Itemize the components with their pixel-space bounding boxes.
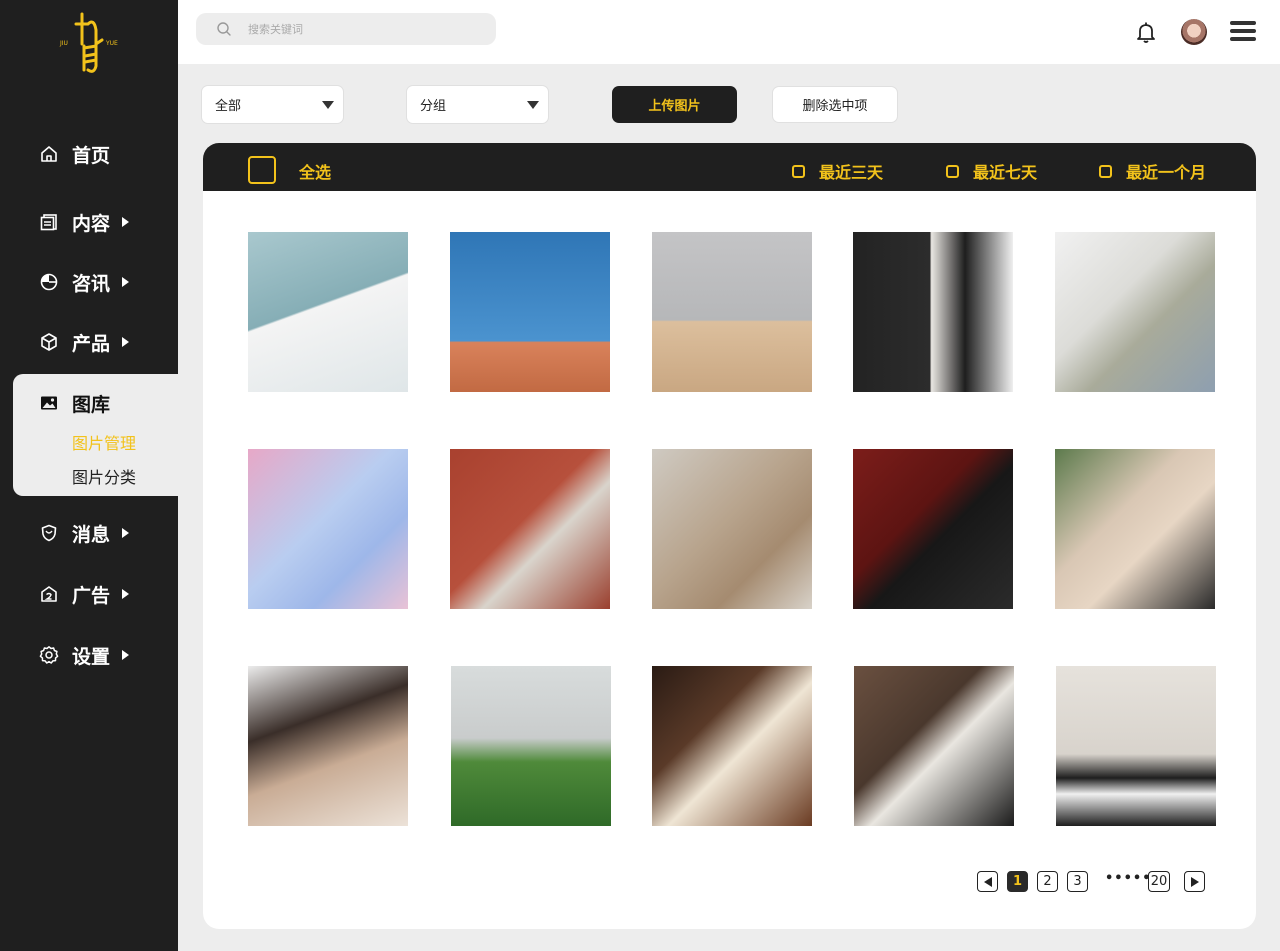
chevron-right-icon bbox=[122, 589, 130, 599]
period-last-3-days[interactable]: 最近三天 bbox=[792, 159, 883, 183]
sidebar-item-ads[interactable]: 广告 bbox=[38, 579, 130, 609]
sidebar-item-gallery-group: 图库 图片管理 图片分类 bbox=[13, 374, 178, 496]
sidebar-item-label: 设置 bbox=[72, 645, 111, 668]
sidebar: JIU YUE 首页 内容 咨讯 产品 图库 图片管理 图片分类 消息 广告 设… bbox=[0, 0, 178, 951]
period-last-7-days[interactable]: 最近七天 bbox=[946, 159, 1037, 183]
next-page-button[interactable] bbox=[1184, 871, 1205, 892]
caret-right-icon bbox=[1190, 876, 1199, 887]
sidebar-subitem-image-category[interactable]: 图片分类 bbox=[72, 464, 136, 488]
chevron-right-icon bbox=[122, 528, 130, 538]
gallery-image-leather-jacket[interactable] bbox=[1056, 666, 1216, 826]
home-icon bbox=[38, 143, 60, 165]
sidebar-item-content[interactable]: 内容 bbox=[38, 207, 130, 237]
gallery-image-black-sequin[interactable] bbox=[853, 449, 1013, 609]
all-filter-select[interactable]: 全部 bbox=[201, 85, 344, 124]
page-button-1[interactable]: 1 bbox=[1007, 871, 1028, 892]
sidebar-item-products[interactable]: 产品 bbox=[38, 327, 130, 357]
caret-down-icon bbox=[527, 101, 539, 109]
chevron-right-icon bbox=[122, 650, 130, 660]
search-box[interactable] bbox=[196, 13, 496, 45]
group-filter-select[interactable]: 分组 bbox=[406, 85, 549, 124]
box-icon bbox=[38, 331, 60, 353]
sidebar-item-home[interactable]: 首页 bbox=[38, 139, 110, 169]
caret-down-icon bbox=[322, 101, 334, 109]
avatar[interactable] bbox=[1181, 19, 1207, 45]
ad-icon bbox=[38, 583, 60, 605]
gallery-image-pastel-floral[interactable] bbox=[248, 449, 408, 609]
image-icon bbox=[38, 392, 60, 414]
gallery-image-beige-sweater[interactable] bbox=[652, 449, 812, 609]
sidebar-item-label: 消息 bbox=[72, 523, 111, 546]
period-last-month[interactable]: 最近一个月 bbox=[1099, 159, 1206, 183]
menu-icon[interactable] bbox=[1230, 21, 1256, 43]
sidebar-item-gallery[interactable]: 图库 bbox=[38, 388, 110, 418]
sidebar-item-settings[interactable]: 设置 bbox=[38, 640, 130, 670]
checkbox[interactable] bbox=[946, 164, 959, 178]
logo-text-left: JIU bbox=[60, 40, 68, 47]
chevron-right-icon bbox=[122, 277, 130, 287]
gear-icon bbox=[38, 644, 60, 666]
chevron-right-icon bbox=[122, 337, 130, 347]
document-icon bbox=[38, 211, 60, 233]
sidebar-item-label: 内容 bbox=[72, 212, 111, 235]
checkbox[interactable] bbox=[792, 164, 805, 178]
pie-chart-icon bbox=[38, 271, 60, 293]
gallery-image-statement-necklace[interactable] bbox=[1055, 449, 1215, 609]
gallery-image-piano-room[interactable] bbox=[652, 666, 812, 826]
top-bar bbox=[178, 0, 1280, 64]
logo-text-right: YUE bbox=[106, 40, 118, 47]
sidebar-item-label: 广告 bbox=[72, 584, 111, 607]
gallery-panel-header: 全选 最近三天 最近七天 最近一个月 bbox=[203, 143, 1256, 191]
gallery-image-athletes[interactable] bbox=[450, 232, 610, 392]
search-icon bbox=[217, 22, 231, 36]
period-label: 最近七天 bbox=[973, 163, 1038, 182]
sidebar-item-label: 图库 bbox=[72, 393, 111, 416]
period-label: 最近一个月 bbox=[1126, 163, 1207, 182]
group-filter-value: 分组 bbox=[420, 99, 447, 114]
gallery-image-desert-man[interactable] bbox=[652, 232, 812, 392]
gallery-image-grass-hill[interactable] bbox=[451, 666, 611, 826]
select-all-label[interactable]: 全选 bbox=[299, 159, 331, 183]
gallery-image-camisole[interactable] bbox=[248, 666, 408, 826]
sidebar-item-label: 产品 bbox=[72, 332, 111, 355]
checkbox[interactable] bbox=[1099, 164, 1112, 178]
all-filter-value: 全部 bbox=[215, 99, 242, 114]
sidebar-subitem-image-manage[interactable]: 图片管理 bbox=[72, 430, 136, 454]
gallery-image-wedding-dress[interactable] bbox=[248, 232, 408, 392]
delete-selected-button[interactable]: 删除选中项 bbox=[772, 86, 898, 123]
caret-left-icon bbox=[983, 876, 992, 887]
page-button-3[interactable]: 3 bbox=[1067, 871, 1088, 892]
sidebar-item-messages[interactable]: 消息 bbox=[38, 518, 130, 548]
gallery-image-grey-suit[interactable] bbox=[1055, 232, 1215, 392]
gallery-image-stairs[interactable] bbox=[854, 666, 1014, 826]
search-input[interactable] bbox=[248, 22, 468, 36]
page-button-2[interactable]: 2 bbox=[1037, 871, 1058, 892]
sidebar-item-label: 咨讯 bbox=[72, 272, 111, 295]
sidebar-item-label: 首页 bbox=[72, 144, 111, 167]
upload-image-button[interactable]: 上传图片 bbox=[612, 86, 737, 123]
shield-icon bbox=[38, 522, 60, 544]
page-button-last[interactable]: 20 bbox=[1148, 871, 1170, 892]
period-label: 最近三天 bbox=[819, 163, 884, 182]
chevron-right-icon bbox=[122, 217, 130, 227]
sidebar-item-news[interactable]: 咨讯 bbox=[38, 267, 130, 297]
select-all-checkbox[interactable] bbox=[248, 156, 276, 184]
gallery-image-black-outfits[interactable] bbox=[853, 232, 1013, 392]
bell-icon[interactable] bbox=[1134, 20, 1158, 44]
gallery-image-satin-jacket[interactable] bbox=[450, 449, 610, 609]
prev-page-button[interactable] bbox=[977, 871, 998, 892]
